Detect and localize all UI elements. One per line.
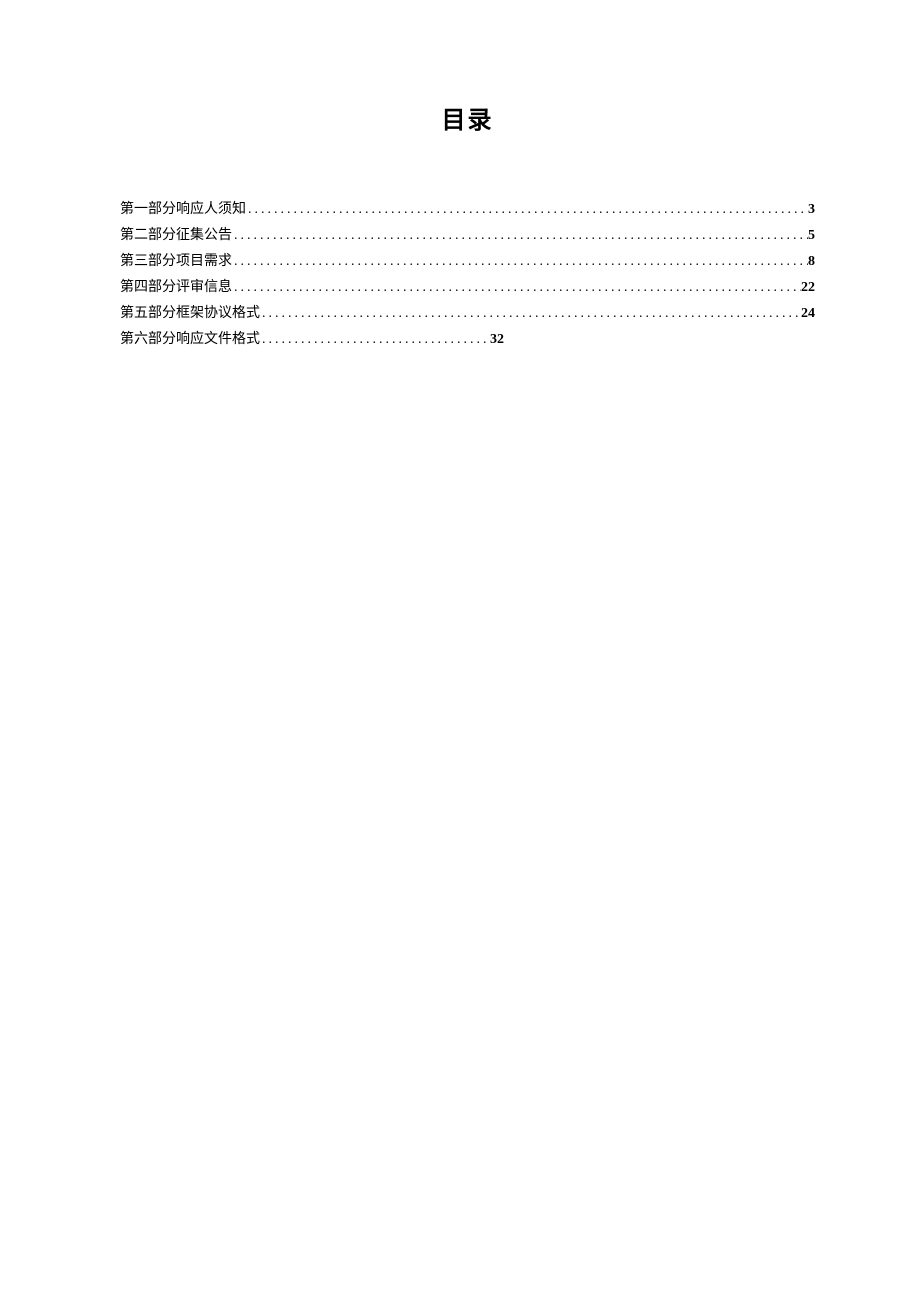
toc-entry-label: 第五部分框架协议格式: [120, 301, 260, 327]
toc-entry: 第二部分征集公告 ...............................…: [120, 223, 815, 249]
toc-entry-label: 第四部分评审信息: [120, 275, 232, 301]
toc-title: 目录: [120, 100, 815, 135]
toc-entry-label: 第三部分项目需求: [120, 249, 232, 275]
toc-entry: 第三部分项目需求 ...............................…: [120, 249, 815, 275]
toc-entry-leader: ........................................…: [260, 301, 801, 327]
toc-entry-page: 5: [808, 223, 815, 249]
toc-entry-page: 8: [808, 249, 815, 275]
toc-entry-page: 32: [490, 327, 504, 353]
toc-entry: 第五部分框架协议格式 .............................…: [120, 301, 815, 327]
toc-entry-label: 第六部分响应文件格式: [120, 327, 260, 353]
toc-entry-page: 3: [808, 197, 815, 223]
toc-entry-leader: ........................................…: [232, 275, 801, 301]
toc-entry-leader: ........................................…: [260, 327, 490, 353]
toc-entry-page: 22: [801, 275, 815, 301]
toc-entry-page: 24: [801, 301, 815, 327]
table-of-contents: 第一部分响应人须知 ..............................…: [120, 197, 815, 353]
toc-entry: 第一部分响应人须知 ..............................…: [120, 197, 815, 223]
toc-entry-leader: ........................................…: [232, 249, 808, 275]
toc-entry-label: 第一部分响应人须知: [120, 197, 246, 223]
toc-entry-label: 第二部分征集公告: [120, 223, 232, 249]
toc-entry-leader: ........................................…: [246, 197, 808, 223]
toc-entry: 第四部分评审信息 ...............................…: [120, 275, 815, 301]
toc-entry: 第六部分响应文件格式 .............................…: [120, 327, 815, 353]
toc-entry-leader: ........................................…: [232, 223, 808, 249]
